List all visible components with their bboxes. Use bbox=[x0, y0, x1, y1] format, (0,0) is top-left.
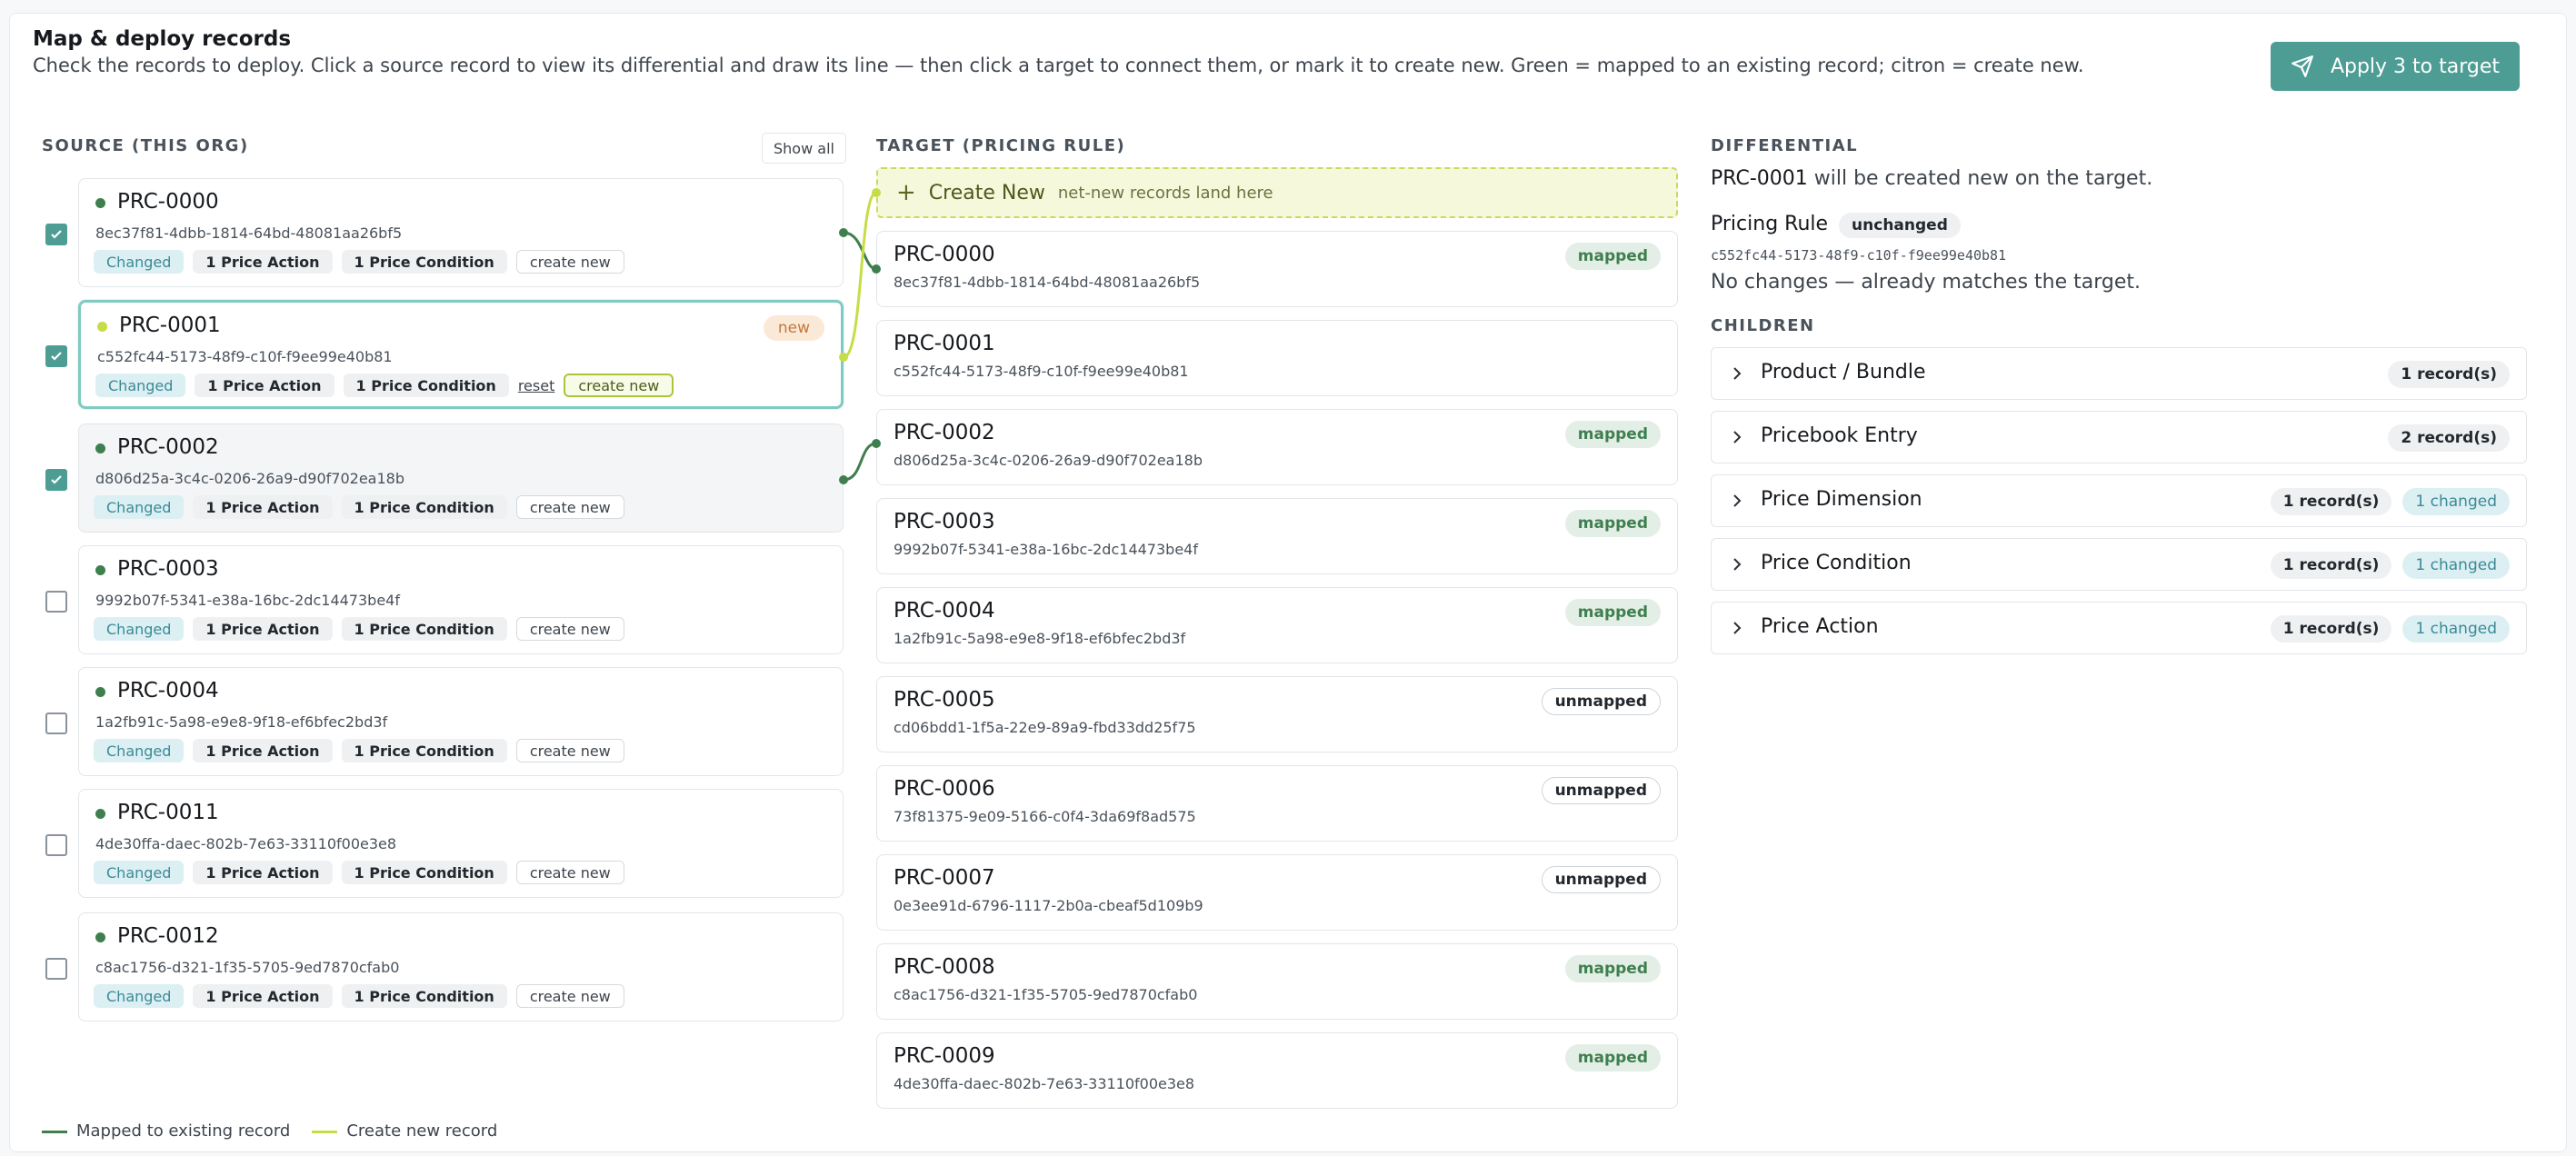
connector-prc-0000 bbox=[843, 231, 877, 271]
legend-create: Create new record bbox=[312, 1121, 497, 1141]
legend-mapped: Mapped to existing record bbox=[42, 1121, 290, 1141]
connector-lines bbox=[839, 188, 881, 484]
connector-prc-0002 bbox=[843, 442, 877, 482]
connector-dot bbox=[839, 228, 848, 237]
legend: Mapped to existing record Create new rec… bbox=[42, 1121, 497, 1141]
connector-dot bbox=[839, 353, 848, 362]
connector-dot bbox=[872, 264, 881, 274]
connector-dot bbox=[872, 439, 881, 448]
legend-create-swatch bbox=[312, 1130, 338, 1133]
connector-prc-0001 bbox=[843, 191, 877, 359]
connector-dot bbox=[839, 475, 848, 484]
legend-mapped-swatch bbox=[42, 1130, 67, 1133]
connector-dot bbox=[872, 188, 881, 197]
